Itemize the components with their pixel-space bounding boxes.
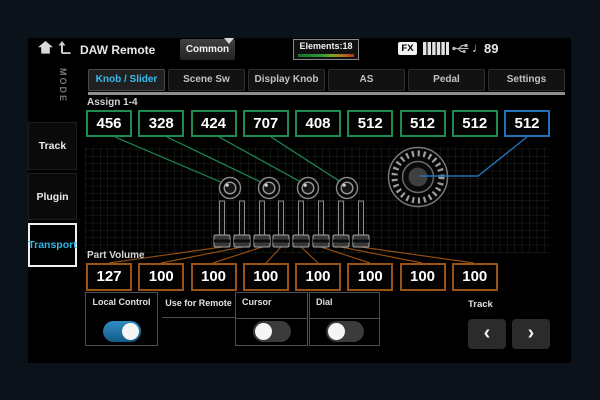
cursor-label: Cursor xyxy=(242,297,307,307)
up-arrow-icon[interactable] xyxy=(58,41,72,54)
assign-value-1[interactable]: 456 xyxy=(86,110,132,137)
tab-settings[interactable]: Settings xyxy=(488,69,565,91)
assign-value-6[interactable]: 512 xyxy=(347,110,393,137)
fx-indicator: FX xyxy=(398,42,417,55)
part-volume-value-3[interactable]: 100 xyxy=(191,263,237,291)
use-for-remote-label: Use for Remote xyxy=(162,298,235,308)
usb-icon xyxy=(452,43,470,54)
sidebar-item-track[interactable]: Track xyxy=(28,122,77,170)
part-volume-value-5[interactable]: 100 xyxy=(295,263,341,291)
assign-value-2[interactable]: 328 xyxy=(138,110,184,137)
common-selector-label: Common xyxy=(186,44,229,55)
common-selector-button[interactable]: Common xyxy=(180,39,235,60)
dial-divider xyxy=(310,318,379,319)
assign-value-9[interactable]: 512 xyxy=(504,110,550,137)
part-volume-value-8[interactable]: 100 xyxy=(452,263,498,291)
use-for-remote-divider xyxy=(162,317,235,318)
part-volume-value-4[interactable]: 100 xyxy=(243,263,289,291)
dial-label: Dial xyxy=(316,297,379,307)
dial-group: Dial xyxy=(309,292,380,346)
dial-toggle[interactable] xyxy=(326,321,364,342)
local-control-toggle[interactable] xyxy=(103,321,141,342)
local-control-label: Local Control xyxy=(86,297,157,307)
tab-underline xyxy=(88,92,565,95)
cursor-toggle[interactable] xyxy=(253,321,291,342)
keyboard-icon xyxy=(423,42,449,55)
tab-as[interactable]: AS xyxy=(328,69,405,91)
tab-scene-sw[interactable]: Scene Sw xyxy=(168,69,245,91)
part-volume-value-7[interactable]: 100 xyxy=(400,263,446,291)
track-prev-button[interactable]: ‹ xyxy=(468,319,506,349)
synth-touchscreen: DAW Remote Common Elements:18 FX ♩ xyxy=(28,38,571,363)
toggle-knob xyxy=(328,323,345,340)
sidebar-item-plugin[interactable]: Plugin xyxy=(28,173,77,220)
home-icon[interactable] xyxy=(38,41,53,54)
elements-badge[interactable]: Elements:18 xyxy=(293,39,359,60)
local-control-group: Local Control xyxy=(85,292,158,346)
assign-value-4[interactable]: 707 xyxy=(243,110,289,137)
sidebar-item-transport[interactable]: Transport xyxy=(28,223,77,267)
assign-value-8[interactable]: 512 xyxy=(452,110,498,137)
toggle-knob xyxy=(122,323,139,340)
caret-down-icon xyxy=(224,38,234,44)
part-volume-section-label: Part Volume xyxy=(87,250,145,261)
elements-level-meter xyxy=(298,54,354,57)
tempo-value[interactable]: 89 xyxy=(484,41,498,56)
assign-value-7[interactable]: 512 xyxy=(400,110,446,137)
part-volume-value-1[interactable]: 127 xyxy=(86,263,132,291)
track-next-button[interactable]: › xyxy=(512,319,550,349)
part-volume-value-6[interactable]: 100 xyxy=(347,263,393,291)
assign-value-3[interactable]: 424 xyxy=(191,110,237,137)
mode-label: MODE xyxy=(58,68,68,103)
tab-display-knob[interactable]: Display Knob xyxy=(248,69,325,91)
toggle-knob xyxy=(255,323,272,340)
page-title: DAW Remote xyxy=(80,43,155,57)
part-volume-value-2[interactable]: 100 xyxy=(138,263,184,291)
elements-label: Elements:18 xyxy=(294,41,358,51)
assign-value-5[interactable]: 408 xyxy=(295,110,341,137)
device-frame: DAW Remote Common Elements:18 FX ♩ xyxy=(0,0,600,400)
tab-knob-slider[interactable]: Knob / Slider xyxy=(88,69,165,91)
cursor-group: Cursor xyxy=(235,292,308,346)
assign-section-label: Assign 1-4 xyxy=(87,97,138,108)
track-nav-label: Track xyxy=(468,299,493,310)
cursor-divider xyxy=(236,318,307,319)
chevron-left-icon: ‹ xyxy=(484,322,491,344)
control-grid-background xyxy=(85,147,550,253)
chevron-right-icon: › xyxy=(528,322,535,344)
use-for-remote-group: Use for Remote xyxy=(162,298,235,308)
tab-pedal[interactable]: Pedal xyxy=(408,69,485,91)
